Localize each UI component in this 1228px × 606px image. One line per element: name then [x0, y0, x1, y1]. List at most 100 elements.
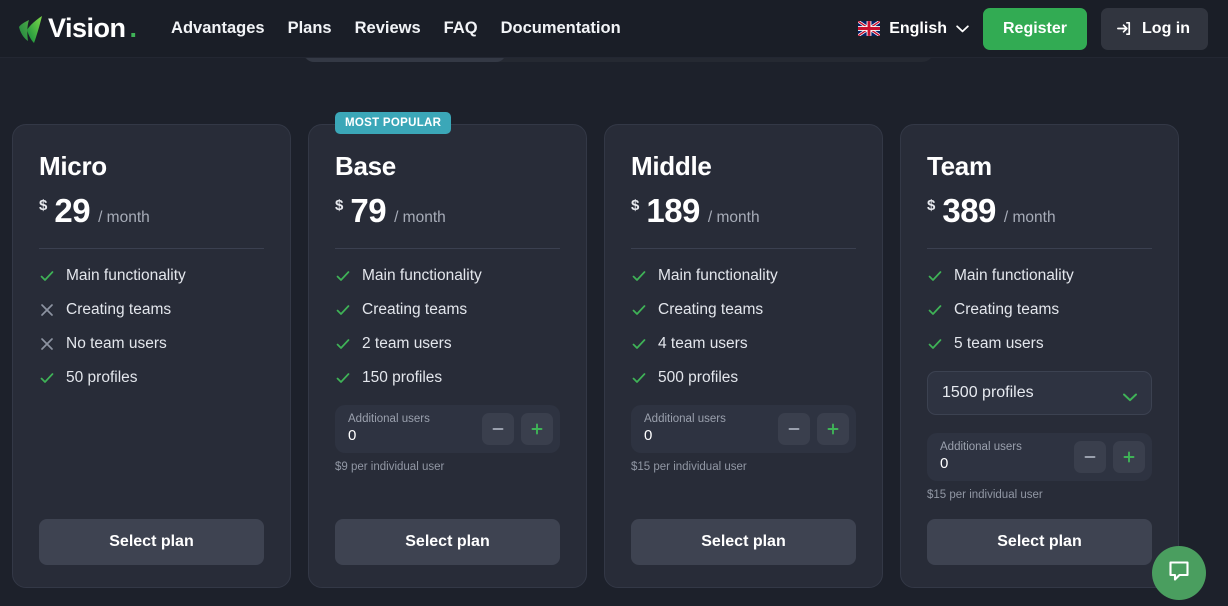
- feature-item: 4 team users: [631, 335, 856, 353]
- per-user-hint: $15 per individual user: [631, 461, 747, 473]
- leaf-icon: [18, 14, 44, 44]
- check-icon: [631, 336, 647, 352]
- stepper-value: 0: [940, 455, 949, 473]
- language-selector[interactable]: English: [858, 20, 969, 38]
- feature-label: Creating teams: [66, 301, 172, 318]
- pricing-card-micro: Micro $ 29 / month Main functionality Cr…: [12, 124, 291, 588]
- stepper-buttons: [1074, 441, 1145, 473]
- price-row: $ 79 / month: [335, 192, 560, 230]
- feature-item: Main functionality: [631, 267, 856, 285]
- feature-label: Main functionality: [362, 267, 482, 284]
- minus-icon: [491, 422, 505, 436]
- feature-item: 50 profiles: [39, 369, 264, 387]
- login-label: Log in: [1142, 19, 1190, 37]
- nav-link-plans[interactable]: Plans: [288, 19, 332, 38]
- price-amount: 79: [350, 192, 387, 229]
- register-button[interactable]: Register: [982, 7, 1088, 50]
- feature-item: Creating teams: [631, 301, 856, 319]
- cross-icon: [39, 336, 55, 352]
- select-plan-button[interactable]: Select plan: [39, 519, 264, 565]
- login-button[interactable]: Log in: [1101, 7, 1208, 50]
- currency-symbol: $: [39, 197, 48, 214]
- increment-button[interactable]: [1113, 441, 1145, 473]
- minus-icon: [787, 422, 801, 436]
- feature-list: Main functionality Creating teams 2 team…: [335, 267, 560, 387]
- increment-button[interactable]: [521, 413, 553, 445]
- language-label: English: [889, 19, 947, 37]
- plan-name: Team: [927, 151, 992, 181]
- nav-link-advantages[interactable]: Advantages: [171, 19, 265, 38]
- nav-link-documentation[interactable]: Documentation: [501, 19, 621, 38]
- feature-item: Main functionality: [39, 267, 264, 285]
- price-amount: 389: [942, 192, 996, 229]
- decrement-button[interactable]: [482, 413, 514, 445]
- chat-bubble-icon: [1166, 558, 1192, 589]
- nav-link-reviews[interactable]: Reviews: [355, 19, 421, 38]
- additional-users-stepper: Additional users 0: [927, 433, 1152, 481]
- stepper-text: Additional users 0: [644, 413, 726, 446]
- feature-item: 2 team users: [335, 335, 560, 353]
- check-icon: [335, 302, 351, 318]
- feature-item: 150 profiles: [335, 369, 560, 387]
- check-icon: [335, 268, 351, 284]
- currency-symbol: $: [927, 197, 936, 214]
- price-period: / month: [1003, 209, 1056, 226]
- feature-label: Creating teams: [954, 301, 1060, 318]
- header-actions: English Register Log in: [858, 7, 1208, 50]
- select-plan-button[interactable]: Select plan: [335, 519, 560, 565]
- feature-label: Creating teams: [362, 301, 468, 318]
- plus-icon: [826, 422, 840, 436]
- price-row: $ 189 / month: [631, 192, 856, 230]
- additional-users-stepper: Additional users 0: [631, 405, 856, 453]
- decrement-button[interactable]: [778, 413, 810, 445]
- feature-list: Main functionality Creating teams 5 team…: [927, 267, 1152, 353]
- nav-link-faq[interactable]: FAQ: [444, 19, 478, 38]
- feature-item: Creating teams: [335, 301, 560, 319]
- feature-label: 2 team users: [362, 335, 452, 352]
- price-amount: 189: [646, 192, 700, 229]
- feature-list: Main functionality Creating teams No tea…: [39, 267, 264, 387]
- stepper-buttons: [482, 413, 553, 445]
- stepper-label: Additional users: [940, 440, 1022, 453]
- currency-symbol: $: [335, 197, 344, 214]
- feature-list: Main functionality Creating teams 4 team…: [631, 267, 856, 387]
- per-user-hint: $15 per individual user: [927, 489, 1043, 501]
- select-plan-button[interactable]: Select plan: [927, 519, 1152, 565]
- divider: [927, 248, 1152, 249]
- profiles-dropdown[interactable]: 1500 profiles: [927, 371, 1152, 415]
- additional-users-stepper: Additional users 0: [335, 405, 560, 453]
- site-header: Vision. Advantages Plans Reviews FAQ Doc…: [0, 0, 1228, 58]
- plan-name: Middle: [631, 151, 712, 181]
- most-popular-badge: MOST POPULAR: [335, 112, 452, 134]
- feature-label: 5 team users: [954, 335, 1044, 352]
- feature-item: No team users: [39, 335, 264, 353]
- check-icon: [927, 336, 943, 352]
- cross-icon: [39, 302, 55, 318]
- stepper-text: Additional users 0: [348, 413, 430, 446]
- uk-flag-icon: [858, 21, 881, 36]
- decrement-button[interactable]: [1074, 441, 1106, 473]
- price-row: $ 29 / month: [39, 192, 264, 230]
- select-plan-button[interactable]: Select plan: [631, 519, 856, 565]
- logo-text: Vision: [48, 13, 126, 43]
- chevron-down-icon: [956, 24, 969, 33]
- feature-label: Main functionality: [954, 267, 1074, 284]
- price-period: / month: [98, 209, 150, 226]
- check-icon: [631, 370, 647, 386]
- feature-label: No team users: [66, 335, 167, 352]
- chat-widget-button[interactable]: [1152, 546, 1206, 600]
- login-arrow-icon: [1116, 20, 1133, 37]
- divider: [631, 248, 856, 249]
- check-icon: [927, 268, 943, 284]
- plus-icon: [1122, 450, 1136, 464]
- increment-button[interactable]: [817, 413, 849, 445]
- logo[interactable]: Vision.: [18, 13, 137, 44]
- stepper-value: 0: [644, 427, 653, 445]
- pricing-cards: Micro $ 29 / month Main functionality Cr…: [12, 112, 1216, 588]
- stepper-text: Additional users 0: [940, 441, 1022, 474]
- feature-item: Creating teams: [927, 301, 1152, 319]
- currency-symbol: $: [631, 197, 640, 214]
- feature-label: 150 profiles: [362, 369, 443, 386]
